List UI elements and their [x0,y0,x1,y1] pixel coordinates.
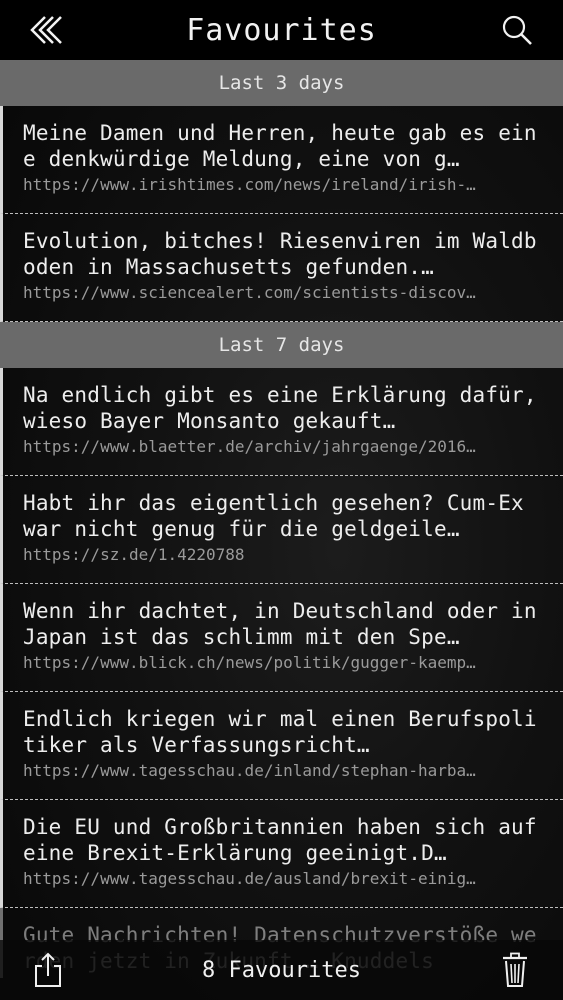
item-url: https://www.blaetter.de/archiv/jahrgaeng… [23,437,476,456]
list-item[interactable]: Wenn ihr dachtet, in Deutschland oder in… [0,584,563,692]
item-url: https://www.tagesschau.de/ausland/brexit… [23,869,476,888]
trash-icon [503,952,527,987]
item-title: Na endlich gibt es eine Erklärung dafür,… [23,383,537,433]
item-url: https://www.irishtimes.com/news/ireland/… [23,175,476,194]
list-item[interactable]: Die EU und Großbritannien haben sich auf… [0,800,563,908]
list-item[interactable]: Meine Damen und Herren, heute gab es ein… [0,106,563,214]
item-url: https://www.tagesschau.de/inland/stephan… [23,761,476,780]
delete-button[interactable] [497,950,533,990]
search-button[interactable] [499,12,535,48]
item-title: Evolution, bitches! Riesenviren im Waldb… [23,229,537,279]
list-item[interactable]: Endlich kriegen wir mal einen Berufspoli… [0,692,563,800]
bottom-toolbar: 8 Favourites [0,940,563,1000]
section-header-last-7-days: Last 7 days [0,322,563,368]
list-item[interactable]: Evolution, bitches! Riesenviren im Waldb… [0,214,563,322]
share-button[interactable] [30,950,66,990]
item-title: Habt ihr das eigentlich gesehen? Cum-Ex … [23,491,524,541]
item-title: Endlich kriegen wir mal einen Berufspoli… [23,707,537,757]
item-title: Die EU und Großbritannien haben sich auf… [23,815,537,865]
item-url: https://sz.de/1.4220788 [23,545,245,564]
item-url: https://www.sciencealert.com/scientists-… [23,283,476,302]
list-item[interactable]: Habt ihr das eigentlich gesehen? Cum-Ex … [0,476,563,584]
page-title: Favourites [186,12,377,48]
double-chevron-left-icon [30,16,62,44]
item-url: https://www.blick.ch/news/politik/gugger… [23,653,476,672]
list-item[interactable]: Na endlich gibt es eine Erklärung dafür,… [0,368,563,476]
section-header-last-3-days: Last 3 days [0,60,563,106]
navigation-bar: Favourites [0,0,563,60]
back-button[interactable] [26,12,66,48]
item-title: Meine Damen und Herren, heute gab es ein… [23,121,537,171]
item-title: Wenn ihr dachtet, in Deutschland oder in… [23,599,537,649]
share-icon [35,952,61,987]
favourites-count: 8 Favourites [202,957,361,983]
favourites-list[interactable]: Last 3 days Meine Damen und Herren, heut… [0,60,563,978]
search-icon [502,15,532,45]
